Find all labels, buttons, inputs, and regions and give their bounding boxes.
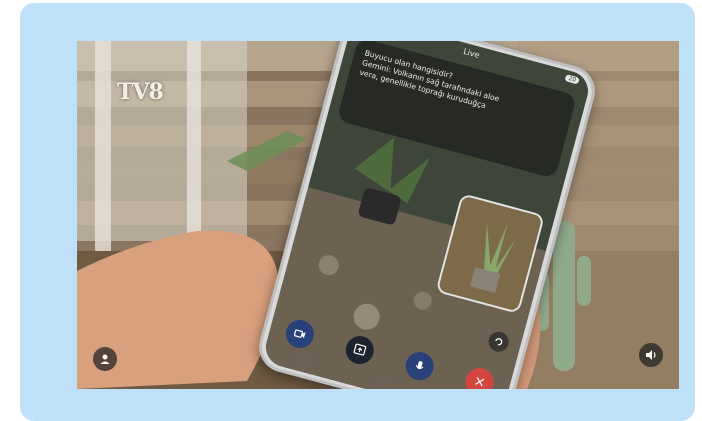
video-card: TV8 Live 20 Buyucu olan hangisidir? Gemi… — [20, 3, 695, 421]
channel-logo: TV8 — [117, 79, 164, 105]
person-icon — [100, 354, 110, 364]
nav-recents-icon[interactable] — [297, 354, 311, 368]
microphone-icon — [415, 361, 424, 370]
screen-share-icon — [353, 343, 367, 356]
video-player[interactable]: TV8 Live 20 Buyucu olan hangisidir? Gemi… — [77, 41, 679, 389]
volume-icon — [646, 350, 656, 360]
nav-home-icon[interactable] — [377, 376, 390, 389]
video-camera-icon — [293, 329, 306, 339]
rotate-icon — [495, 338, 503, 346]
user-button[interactable] — [93, 347, 117, 371]
volume-button[interactable] — [639, 343, 663, 367]
close-icon: × — [471, 372, 488, 389]
